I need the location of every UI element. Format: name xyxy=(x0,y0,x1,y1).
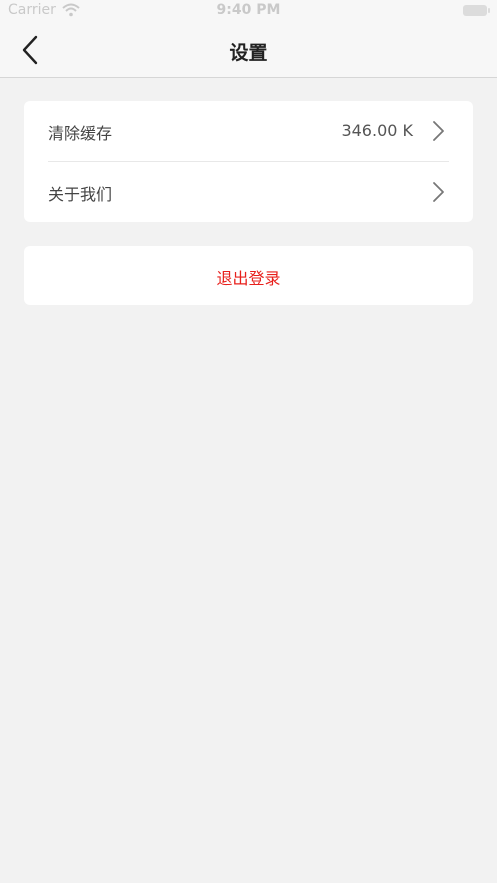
cache-size-value: 346.00 K xyxy=(341,121,413,140)
battery-icon xyxy=(463,5,490,16)
settings-card: 清除缓存 346.00 K 关于我们 xyxy=(24,101,473,222)
about-us-label: 关于我们 xyxy=(48,185,113,204)
navigation-bar: 设置 xyxy=(0,22,497,78)
status-bar: Carrier 9:40 PM xyxy=(0,0,497,22)
logout-label: 退出登录 xyxy=(216,269,281,288)
chevron-right-icon xyxy=(433,182,444,202)
status-time: 9:40 PM xyxy=(216,2,281,18)
clear-cache-row[interactable]: 清除缓存 346.00 K xyxy=(24,101,473,161)
chevron-right-icon xyxy=(433,121,444,141)
clear-cache-label: 清除缓存 xyxy=(48,124,113,143)
logout-button[interactable]: 退出登录 xyxy=(24,246,473,305)
about-us-row[interactable]: 关于我们 xyxy=(24,162,473,222)
page-title: 设置 xyxy=(229,42,268,64)
